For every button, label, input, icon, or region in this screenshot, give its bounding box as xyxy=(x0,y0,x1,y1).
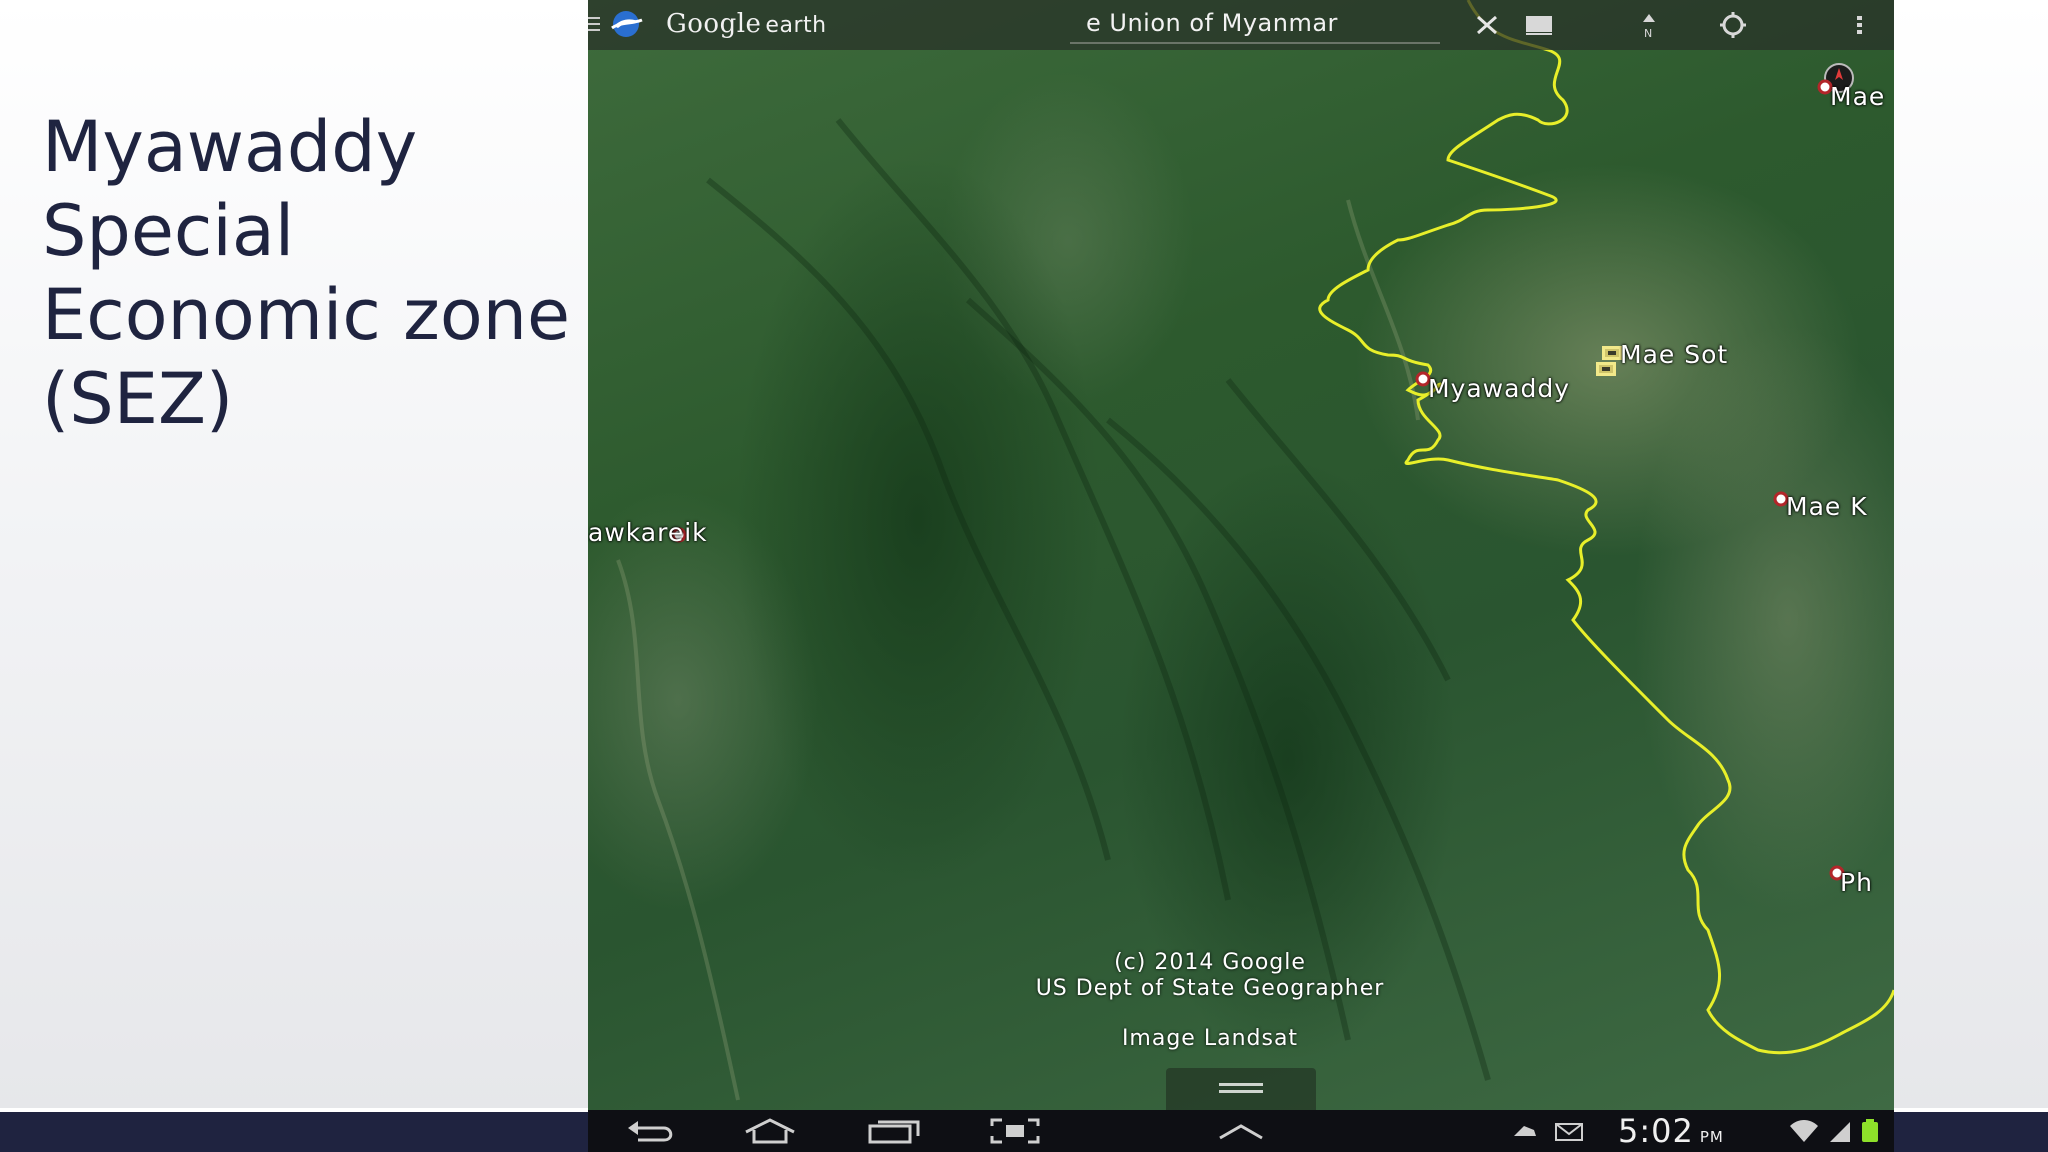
place-label-awkareik[interactable]: awkareik xyxy=(588,518,708,547)
layers-icon[interactable] xyxy=(1522,10,1556,40)
email-notification-icon xyxy=(1555,1123,1583,1141)
status-clock: 5:02 PM xyxy=(1618,1112,1724,1150)
map-overlay xyxy=(616,0,1894,1101)
place-label-mae[interactable]: Mae xyxy=(1830,82,1885,111)
place-label-mae-sot[interactable]: Mae Sot xyxy=(1620,340,1728,369)
battery-icon xyxy=(1862,1119,1878,1142)
terrain-texture xyxy=(706,118,1491,1081)
place-label-ph[interactable]: Ph xyxy=(1840,868,1873,897)
copyright-line-2: US Dept of State Geographer xyxy=(1035,976,1385,1001)
menu-icon[interactable] xyxy=(588,14,602,34)
google-logo-text: Google xyxy=(666,9,762,39)
north-arrow-icon[interactable]: N xyxy=(1632,10,1666,40)
google-earth-screenshot: Mae Mae Sot Myawaddy Mae K awkareik Ph (… xyxy=(588,0,1894,1152)
imagery-credit: Image Landsat xyxy=(1121,1026,1299,1051)
signal-icon xyxy=(1830,1122,1850,1142)
place-label-mae-k[interactable]: Mae K xyxy=(1786,492,1868,521)
bottom-drawer-handle[interactable] xyxy=(1166,1068,1316,1110)
app-brand: Google earth xyxy=(666,9,827,39)
chevron-up-icon[interactable] xyxy=(1216,1116,1266,1146)
notification-icon xyxy=(1514,1126,1536,1136)
my-location-icon[interactable] xyxy=(1716,10,1750,40)
earth-logo-text: earth xyxy=(765,13,827,38)
search-underline xyxy=(1070,42,1440,44)
slide-title: Myawaddy Special Economic zone (SEZ) xyxy=(42,106,571,440)
screenshot-icon[interactable] xyxy=(988,1116,1042,1146)
copyright-line-1: (c) 2014 Google xyxy=(1114,950,1306,975)
clear-search-icon[interactable] xyxy=(1470,10,1504,40)
search-query[interactable]: e Union of Myanmar xyxy=(1086,9,1338,37)
wifi-icon xyxy=(1790,1120,1818,1142)
home-icon[interactable] xyxy=(740,1116,800,1146)
country-border-line xyxy=(1318,0,1894,1055)
app-toolbar: Google earth e Union of Myanmar N xyxy=(588,0,1894,50)
square-marker-icon[interactable] xyxy=(1596,362,1616,376)
place-label-myawaddy[interactable]: Myawaddy xyxy=(1428,374,1570,403)
square-marker-icon[interactable] xyxy=(1602,346,1622,360)
svg-text:N: N xyxy=(1644,27,1652,40)
more-options-icon[interactable] xyxy=(1842,10,1876,40)
back-icon[interactable] xyxy=(624,1116,680,1146)
clock-ampm: PM xyxy=(1699,1128,1724,1146)
system-navigation-bar: 5:02 PM xyxy=(588,1110,1894,1152)
recent-apps-icon[interactable] xyxy=(864,1116,924,1146)
google-earth-globe-icon[interactable] xyxy=(608,8,644,40)
clock-time: 5:02 xyxy=(1618,1112,1694,1150)
